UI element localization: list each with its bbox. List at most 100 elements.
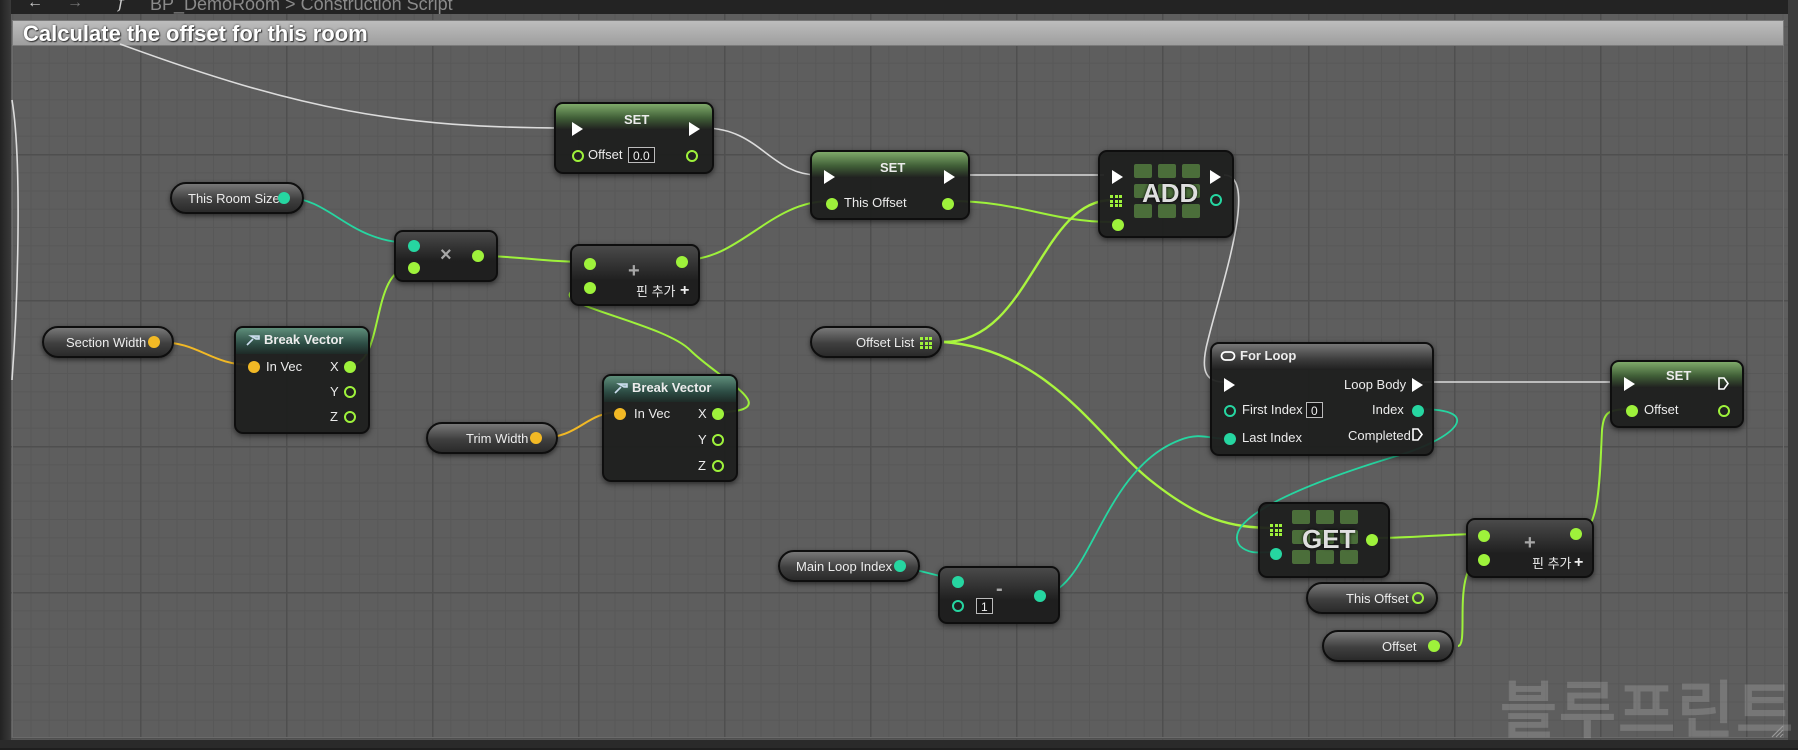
exec-in-pin[interactable] <box>1112 170 1123 184</box>
b-value-input[interactable]: 1 <box>976 598 993 614</box>
this-room-size-getter[interactable]: This Room Size <box>170 182 304 214</box>
add-float-node-bottom[interactable]: + 핀 추가 + <box>1466 518 1594 578</box>
out-pin[interactable] <box>148 336 160 348</box>
set-offset-node[interactable]: SET Offset 0.0 <box>554 102 714 174</box>
array-get-node[interactable]: GET <box>1258 502 1390 578</box>
b-in-pin[interactable] <box>584 282 596 294</box>
exec-out-pin[interactable] <box>1718 377 1729 390</box>
in-vec-pin[interactable] <box>248 361 260 373</box>
trim-width-getter[interactable]: Trim Width <box>426 422 558 454</box>
y-out-pin[interactable] <box>344 386 356 398</box>
offset-default-input[interactable]: 0.0 <box>628 147 655 163</box>
pin-label: Offset <box>1644 402 1679 417</box>
offset-getter[interactable]: Offset <box>1322 630 1454 662</box>
set-offset-node-2[interactable]: SET Offset <box>1610 360 1744 428</box>
out-pin[interactable] <box>1428 640 1440 652</box>
exec-out-pin[interactable] <box>944 170 955 184</box>
loop-body-exec-out-pin[interactable] <box>1412 378 1423 392</box>
out-pin[interactable] <box>894 560 906 572</box>
float-wire <box>949 200 1113 223</box>
pin-label: Offset <box>588 147 623 162</box>
add-pin-button[interactable]: 핀 추가 <box>636 284 676 300</box>
y-out-pin[interactable] <box>712 434 724 446</box>
index-out-pin[interactable] <box>1412 405 1424 417</box>
a-in-pin[interactable] <box>952 576 964 588</box>
a-in-pin[interactable] <box>1478 530 1490 542</box>
exec-out-pin[interactable] <box>689 122 700 136</box>
exec-in-pin[interactable] <box>1624 377 1635 391</box>
offset-out-pin[interactable] <box>686 150 698 162</box>
var-label: This Room Size <box>188 191 280 206</box>
resize-grip-icon[interactable] <box>1770 724 1784 738</box>
result-out-pin[interactable] <box>472 250 484 262</box>
item-in-pin[interactable] <box>1112 219 1124 231</box>
this-offset-getter[interactable]: This Offset <box>1306 582 1438 614</box>
var-label: Offset <box>1382 639 1417 654</box>
break-vector-node-2[interactable]: Break Vector In Vec X Y Z <box>602 374 738 482</box>
b-in-pin[interactable] <box>1478 554 1490 566</box>
a-in-pin[interactable] <box>584 258 596 270</box>
completed-exec-out-pin[interactable] <box>1412 428 1423 441</box>
exec-in-pin[interactable] <box>1224 378 1235 392</box>
break-struct-icon <box>614 383 628 394</box>
first-index-in-pin[interactable] <box>1224 405 1236 417</box>
offset-out-pin[interactable] <box>1718 405 1730 417</box>
var-label: Trim Width <box>466 431 529 446</box>
offset-in-pin[interactable] <box>572 150 584 162</box>
add-pin-button[interactable]: 핀 추가 <box>1532 556 1572 572</box>
exec-in-pin[interactable] <box>572 122 583 136</box>
z-out-pin[interactable] <box>712 460 724 472</box>
var-label: Offset List <box>856 335 915 350</box>
var-label: Main Loop Index <box>796 559 893 574</box>
array-add-node[interactable]: ADD <box>1098 150 1234 238</box>
result-out-pin[interactable] <box>676 256 688 268</box>
in-vec-pin[interactable] <box>614 408 626 420</box>
pin-label: Completed <box>1348 428 1411 443</box>
set-this-offset-node[interactable]: SET This Offset <box>810 150 970 220</box>
break-vector-node-1[interactable]: Break Vector In Vec X Y Z <box>234 326 370 434</box>
array-in-pin[interactable] <box>1270 524 1282 536</box>
this-offset-out-pin[interactable] <box>942 198 954 210</box>
a-in-pin[interactable] <box>408 240 420 252</box>
item-out-pin[interactable] <box>1366 534 1378 546</box>
operator-symbol: + <box>628 260 640 282</box>
array-out-pin[interactable] <box>920 337 932 349</box>
this-offset-in-pin[interactable] <box>826 198 838 210</box>
x-out-pin[interactable] <box>344 361 356 373</box>
offset-in-pin[interactable] <box>1626 405 1638 417</box>
pin-label: This Offset <box>844 195 907 210</box>
index-in-pin[interactable] <box>1270 548 1282 560</box>
result-out-pin[interactable] <box>1034 590 1046 602</box>
out-pin[interactable] <box>278 192 290 204</box>
pin-label: X <box>698 406 707 421</box>
exec-wire <box>11 99 19 381</box>
out-pin[interactable] <box>530 432 542 444</box>
exec-in-pin[interactable] <box>824 170 835 184</box>
node-title: GET <box>1302 524 1356 554</box>
add-float-node-top[interactable]: + 핀 추가 + <box>570 244 700 306</box>
first-index-input[interactable]: 0 <box>1306 402 1323 418</box>
float-wire <box>683 200 831 261</box>
x-out-pin[interactable] <box>712 408 724 420</box>
last-index-in-pin[interactable] <box>1224 433 1236 445</box>
subtract-node[interactable]: 1 - <box>938 566 1060 624</box>
array-in-pin[interactable] <box>1110 195 1122 207</box>
z-out-pin[interactable] <box>344 411 356 423</box>
b-in-pin[interactable] <box>952 600 964 612</box>
for-loop-node[interactable]: For Loop Loop Body First Index 0 Index L… <box>1210 342 1434 456</box>
plus-icon[interactable]: + <box>680 283 689 299</box>
main-loop-index-getter[interactable]: Main Loop Index <box>778 550 920 582</box>
result-out-pin[interactable] <box>1570 528 1582 540</box>
exec-out-pin[interactable] <box>1210 170 1221 184</box>
section-width-getter[interactable]: Section Width <box>42 326 174 358</box>
pin-label: Y <box>698 432 707 447</box>
operator-symbol: + <box>1524 532 1536 554</box>
operator-symbol: × <box>440 244 452 266</box>
multiply-node[interactable]: × <box>394 230 498 282</box>
plus-icon[interactable]: + <box>1574 555 1583 571</box>
index-out-pin[interactable] <box>1210 194 1222 206</box>
b-in-pin[interactable] <box>408 262 420 274</box>
offset-list-getter[interactable]: Offset List <box>810 326 942 358</box>
out-pin[interactable] <box>1412 592 1424 604</box>
pin-label: In Vec <box>266 359 303 374</box>
